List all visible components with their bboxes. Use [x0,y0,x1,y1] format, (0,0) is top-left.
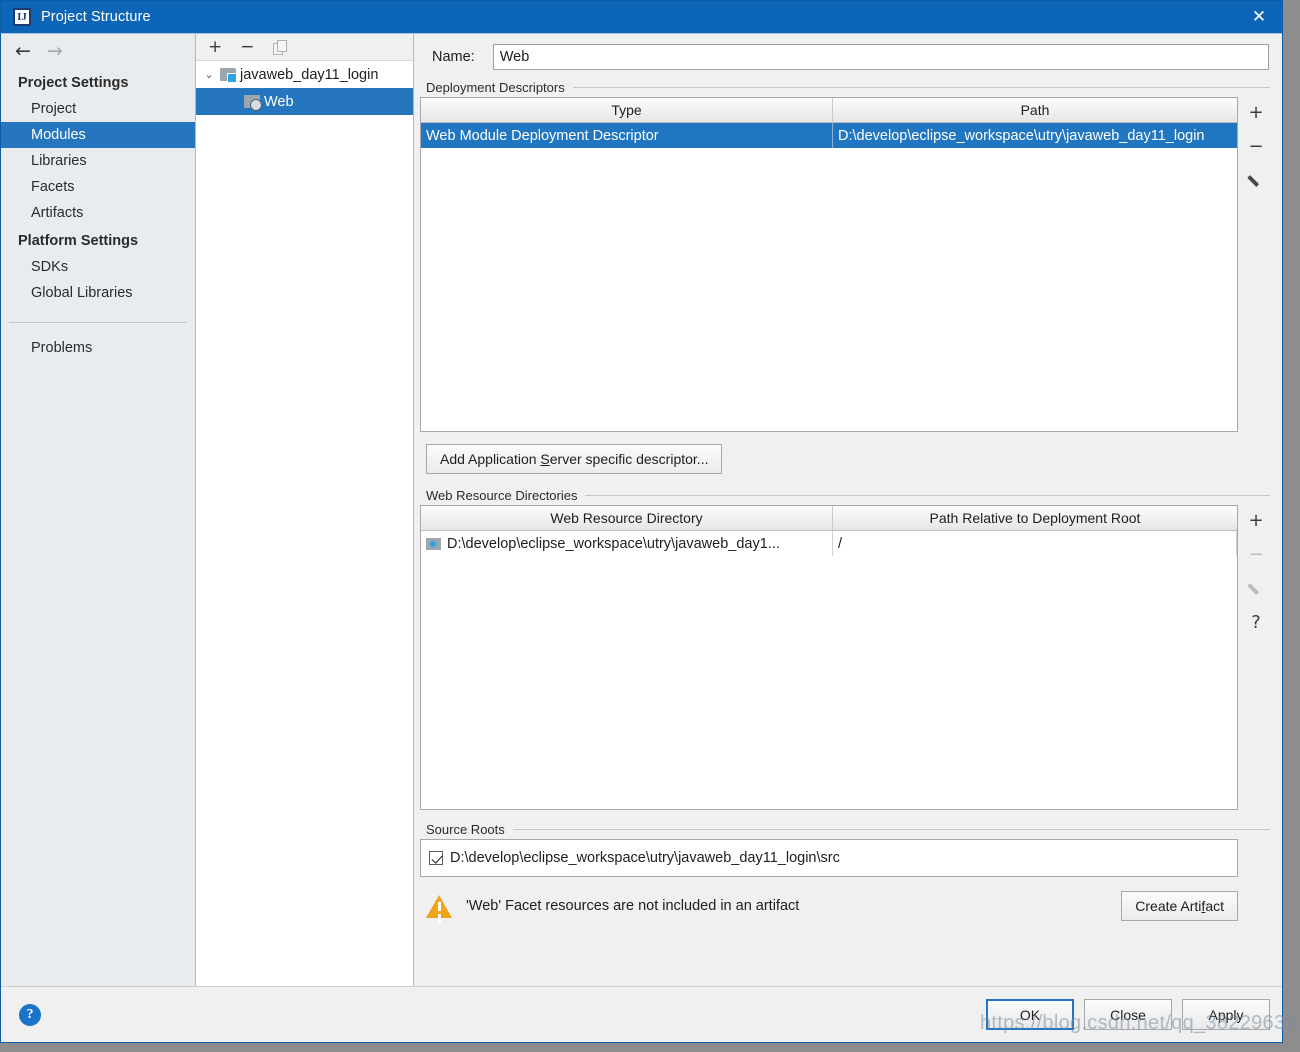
sidebar-item-project[interactable]: Project [1,96,195,122]
column-header-web-resource-directory[interactable]: Web Resource Directory [421,506,833,530]
add-application-server-descriptor-button[interactable]: Add Application Server specific descript… [426,444,723,474]
sidebar-group-project-settings: Project Settings [18,75,129,91]
cell-relative-path: / [833,531,1237,556]
table-header-row: Web Resource Directory Path Relative to … [421,506,1237,531]
web-resource-directories-label: Web Resource Directories [426,488,578,503]
dialog-body: ← → Project Settings Project Modules Lib… [1,33,1282,986]
chevron-down-icon[interactable]: ⌄ [198,68,220,81]
sidebar-group-platform-settings: Platform Settings [18,233,139,249]
remove-web-resource-icon[interactable]: − [1248,545,1263,565]
copy-module-icon[interactable] [272,40,287,55]
web-resource-help-icon[interactable]: ? [1251,613,1261,633]
remove-descriptor-icon[interactable]: − [1248,137,1263,157]
sidebar-item-modules[interactable]: Modules [1,122,195,148]
btn-prefix: Add Application [440,451,541,467]
column-header-relative-path[interactable]: Path Relative to Deployment Root [833,506,1237,530]
deployment-descriptors-table: Type Path Web Module Deployment Descript… [420,97,1238,432]
source-roots-caption: Source Roots [420,822,1274,837]
back-arrow-icon[interactable]: ← [15,41,31,61]
window-title: Project Structure [41,9,151,25]
name-label: Name: [432,49,475,65]
web-resource-directories-toolbar: + − ? [1238,505,1274,810]
table-row[interactable]: Web Module Deployment Descriptor D:\deve… [421,123,1237,148]
project-structure-dialog: IJ Project Structure ✕ ← → Project Setti… [0,0,1283,1043]
warning-triangle-icon [426,894,452,918]
sidebar-item-problems[interactable]: Problems [1,335,195,361]
cell-directory-text: D:\develop\eclipse_workspace\utry\javawe… [447,535,780,552]
btn-prefix: Create Arti [1135,898,1202,914]
footer-buttons: OK Close Apply [986,999,1270,1030]
sidebar-item-global-libraries[interactable]: Global Libraries [1,280,195,306]
source-roots-list: D:\develop\eclipse_workspace\utry\javawe… [420,839,1238,877]
name-input[interactable] [492,44,1269,70]
web-facet-icon [244,95,262,111]
source-root-label: D:\develop\eclipse_workspace\utry\javawe… [450,850,840,866]
caption-rule [585,495,1270,496]
add-descriptor-row: Add Application Server specific descript… [420,432,1274,488]
table-row[interactable]: D:\develop\eclipse_workspace\utry\javawe… [421,531,1237,556]
deployment-descriptors-label: Deployment Descriptors [426,80,565,95]
add-module-icon[interactable]: + [208,38,222,56]
forward-arrow-icon[interactable]: → [47,41,63,61]
facet-settings-panel: Name: Deployment Descriptors Type Path W… [414,34,1282,986]
btn-suffix: erver specific descriptor... [549,451,709,467]
sidebar-item-facets[interactable]: Facets [1,174,195,200]
sidebar-item-artifacts[interactable]: Artifacts [1,200,195,226]
help-icon[interactable]: ? [19,1003,41,1026]
btn-suffix: act [1205,898,1224,914]
title-bar: IJ Project Structure ✕ [1,1,1282,33]
web-resource-directories-table: Web Resource Directory Path Relative to … [420,505,1238,810]
column-header-path[interactable]: Path [833,98,1237,122]
module-tree-panel: + − ⌄ javaweb_day11_login Web [196,34,414,986]
ok-button[interactable]: OK [986,999,1074,1030]
tree-node-project[interactable]: ⌄ javaweb_day11_login [196,61,413,88]
source-roots-label: Source Roots [426,822,505,837]
edit-descriptor-icon[interactable] [1249,171,1264,191]
deployment-descriptors-caption: Deployment Descriptors [420,80,1274,95]
edit-web-resource-icon[interactable] [1249,579,1264,599]
caption-rule [572,87,1270,88]
btn-mnemonic: S [540,451,550,467]
web-resource-directories-caption: Web Resource Directories [420,488,1274,503]
warning-message: 'Web' Facet resources are not included i… [466,898,800,914]
directory-icon [426,537,441,550]
deployment-descriptors-area: Type Path Web Module Deployment Descript… [420,97,1274,432]
module-tree-toolbar: + − [196,34,413,61]
close-icon[interactable]: ✕ [1236,1,1282,33]
tree-node-label: Web [264,93,294,110]
column-header-type[interactable]: Type [421,98,833,122]
remove-module-icon[interactable]: − [240,38,254,56]
deployment-descriptors-toolbar: + − [1238,97,1274,432]
folder-module-icon [220,68,237,83]
add-web-resource-icon[interactable]: + [1248,511,1263,531]
sidebar-item-libraries[interactable]: Libraries [1,148,195,174]
cell-directory: D:\develop\eclipse_workspace\utry\javawe… [421,531,833,556]
source-root-checkbox[interactable] [429,851,443,865]
cell-type: Web Module Deployment Descriptor [421,123,833,148]
apply-button[interactable]: Apply [1182,999,1270,1030]
close-button[interactable]: Close [1084,999,1172,1030]
table-header-row: Type Path [421,98,1237,123]
sidebar-divider [9,322,187,323]
tree-node-web-facet[interactable]: Web [196,88,413,115]
add-descriptor-icon[interactable]: + [1248,103,1263,123]
cell-path: D:\develop\eclipse_workspace\utry\javawe… [838,127,1205,144]
web-resource-directories-area: Web Resource Directory Path Relative to … [420,505,1274,810]
artifact-warning-row: 'Web' Facet resources are not included i… [420,877,1238,921]
intellij-logo-icon: IJ [13,8,31,26]
settings-sidebar: ← → Project Settings Project Modules Lib… [1,34,196,986]
navigation-arrows: ← → [1,34,195,68]
sidebar-item-sdks[interactable]: SDKs [1,254,195,280]
tree-node-label: javaweb_day11_login [240,66,379,83]
dialog-footer: ? OK Close Apply [1,986,1282,1042]
create-artifact-button[interactable]: Create Artifact [1121,891,1238,921]
name-row: Name: [420,34,1274,80]
caption-rule [512,829,1270,830]
